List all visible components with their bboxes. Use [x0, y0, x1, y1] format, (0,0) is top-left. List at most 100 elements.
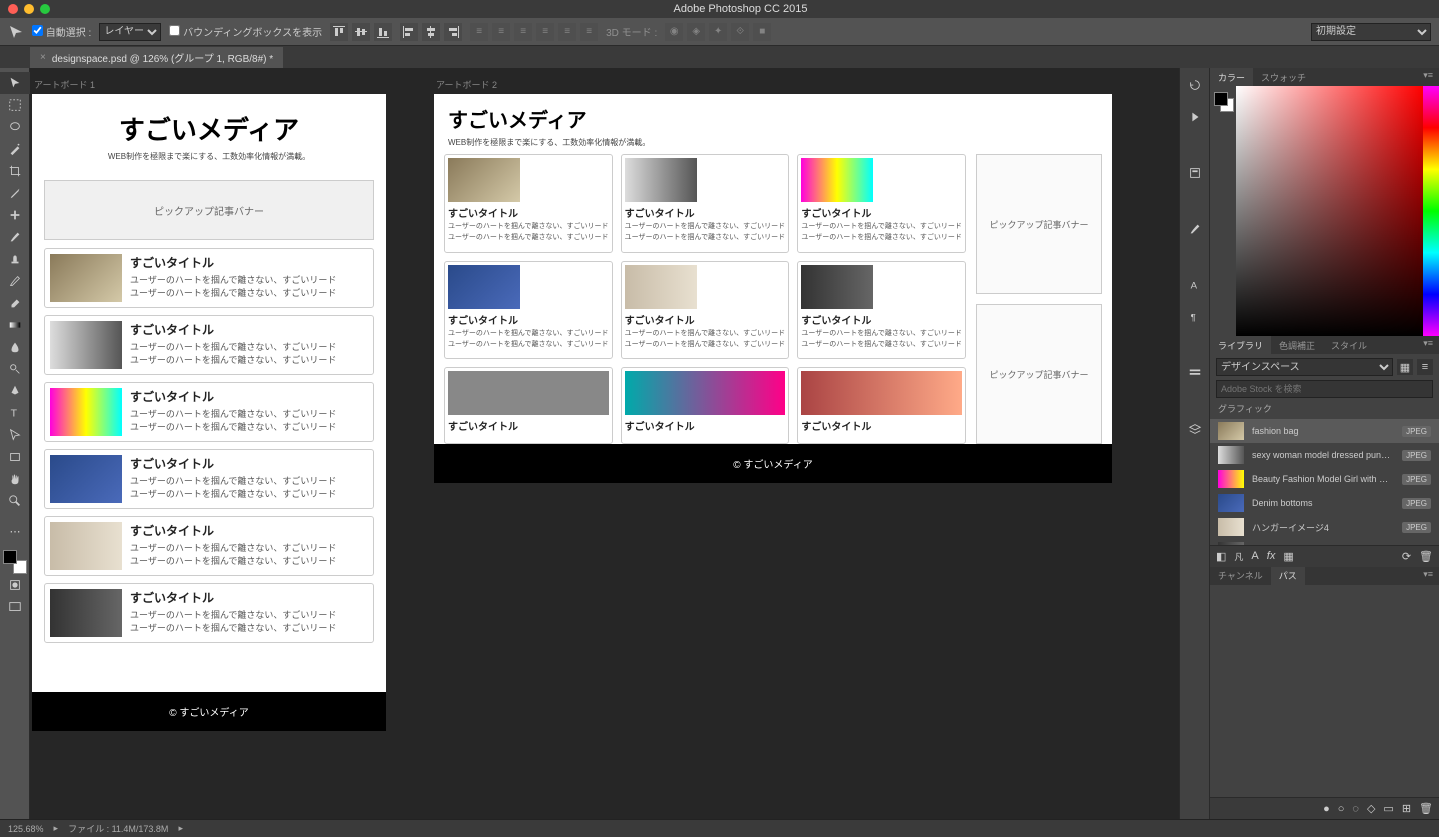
bounding-box-checkbox[interactable]: バウンディングボックスを表示: [169, 24, 322, 39]
screenmode-button[interactable]: [0, 596, 30, 618]
add-fx-icon[interactable]: fx: [1267, 550, 1276, 562]
add-charstyle-icon[interactable]: 凡: [1234, 550, 1243, 563]
grid-view-icon[interactable]: ▦: [1397, 359, 1413, 375]
dist-5[interactable]: ≡: [558, 23, 576, 41]
delete-path-icon[interactable]: 🗑: [1419, 802, 1433, 815]
dist-4[interactable]: ≡: [536, 23, 554, 41]
history-icon[interactable]: [1186, 76, 1204, 94]
hand-tool[interactable]: [0, 468, 30, 490]
zoom-tool[interactable]: [0, 490, 30, 512]
align-bottom-button[interactable]: [374, 23, 392, 41]
make-path-icon[interactable]: ◇: [1367, 802, 1375, 815]
brush-panel-icon[interactable]: [1186, 220, 1204, 238]
canvas-area[interactable]: アートボード 1 すごいメディア WEB制作を極限まで楽にする、工数効率化情報が…: [30, 68, 1179, 819]
stroke-path-icon[interactable]: ○: [1338, 803, 1345, 815]
brush-tool[interactable]: [0, 226, 30, 248]
document-tab[interactable]: × designspace.psd @ 126% (グループ 1, RGB/8#…: [30, 47, 283, 68]
add-text-icon[interactable]: A: [1251, 550, 1258, 562]
magic-wand-tool[interactable]: [0, 138, 30, 160]
workspace-preset-dropdown[interactable]: 初期設定: [1311, 23, 1431, 41]
artboard-2[interactable]: すごいメディア WEB制作を極限まで楽にする、工数効率化情報が満載。 すごいタイ…: [434, 94, 1112, 483]
align-hcenter-button[interactable]: [422, 23, 440, 41]
tab-color[interactable]: カラー: [1210, 68, 1253, 86]
artboard-1[interactable]: すごいメディア WEB制作を極限まで楽にする、工数効率化情報が満載。 ピックアッ…: [32, 94, 386, 731]
3d-3[interactable]: ✦: [709, 23, 727, 41]
color-swatches[interactable]: [3, 550, 27, 574]
tab-path[interactable]: パス: [1271, 567, 1305, 585]
path-selection-icon[interactable]: ◌: [1352, 803, 1359, 815]
zoom-chevron-icon[interactable]: ▸: [54, 823, 59, 834]
crop-tool[interactable]: [0, 160, 30, 182]
add-graphic-icon[interactable]: ▦: [1283, 550, 1293, 563]
tab-channel[interactable]: チャンネル: [1210, 567, 1271, 585]
library-search-input[interactable]: [1216, 380, 1433, 398]
align-left-button[interactable]: [400, 23, 418, 41]
tab-style[interactable]: スタイル: [1323, 336, 1375, 354]
blur-tool[interactable]: [0, 336, 30, 358]
edit-toolbar-button[interactable]: ⋯: [0, 520, 30, 542]
eyedropper-tool[interactable]: [0, 182, 30, 204]
3d-5[interactable]: ■: [753, 23, 771, 41]
color-fg-bg-swatch[interactable]: [1214, 92, 1234, 112]
foreground-color[interactable]: [3, 550, 17, 564]
align-vcenter-button[interactable]: [352, 23, 370, 41]
panel-menu-icon[interactable]: ▾≡: [1417, 68, 1439, 86]
paragraph-icon[interactable]: ¶: [1186, 308, 1204, 326]
history-brush-tool[interactable]: [0, 270, 30, 292]
new-path-icon[interactable]: ⊞: [1402, 802, 1411, 815]
actions-icon[interactable]: [1186, 108, 1204, 126]
rectangle-tool[interactable]: [0, 446, 30, 468]
window-minimize-button[interactable]: [24, 4, 34, 14]
hue-slider[interactable]: [1423, 86, 1439, 336]
auto-select-checkbox[interactable]: 自動選択 :: [32, 24, 91, 39]
sync-icon[interactable]: ⟳: [1402, 550, 1411, 563]
window-zoom-button[interactable]: [40, 4, 50, 14]
mask-icon[interactable]: ▭: [1383, 802, 1393, 815]
dist-6[interactable]: ≡: [580, 23, 598, 41]
info-icon[interactable]: [1186, 364, 1204, 382]
artboard-2-label[interactable]: アートボード 2: [434, 78, 1112, 91]
align-right-button[interactable]: [444, 23, 462, 41]
list-view-icon[interactable]: ≡: [1417, 359, 1433, 375]
trash-icon[interactable]: 🗑: [1419, 550, 1433, 563]
3d-4[interactable]: ⟐: [731, 23, 749, 41]
pen-tool[interactable]: [0, 380, 30, 402]
layers-icon[interactable]: [1186, 420, 1204, 438]
panel-menu-icon[interactable]: ▾≡: [1417, 567, 1439, 585]
window-close-button[interactable]: [8, 4, 18, 14]
tab-hue[interactable]: 色調補正: [1271, 336, 1323, 354]
add-swatch-icon[interactable]: ◧: [1216, 550, 1226, 563]
character-icon[interactable]: A: [1186, 276, 1204, 294]
tab-library[interactable]: ライブラリ: [1210, 336, 1271, 354]
quickmask-button[interactable]: [0, 574, 30, 596]
healing-tool[interactable]: [0, 204, 30, 226]
library-item[interactable]: Beauty Fashion Model Girl with Colorfu..…: [1210, 467, 1439, 491]
library-item[interactable]: ハンガーイメージ4JPEG: [1210, 515, 1439, 539]
close-tab-icon[interactable]: ×: [40, 52, 46, 63]
properties-icon[interactable]: [1186, 164, 1204, 182]
3d-1[interactable]: ◉: [665, 23, 683, 41]
library-dropdown[interactable]: デザインスペース: [1216, 358, 1393, 376]
zoom-level[interactable]: 125.68%: [8, 824, 44, 834]
artboard-1-label[interactable]: アートボード 1: [32, 78, 386, 91]
panel-menu-icon[interactable]: ▾≡: [1417, 336, 1439, 354]
dist-2[interactable]: ≡: [492, 23, 510, 41]
library-item[interactable]: fashion bagJPEG: [1210, 419, 1439, 443]
lasso-tool[interactable]: [0, 116, 30, 138]
type-tool[interactable]: T: [0, 402, 30, 424]
fill-path-icon[interactable]: ●: [1323, 803, 1330, 815]
status-chevron-icon[interactable]: ▸: [178, 823, 183, 834]
gradient-tool[interactable]: [0, 314, 30, 336]
3d-2[interactable]: ◈: [687, 23, 705, 41]
tab-swatch[interactable]: スウォッチ: [1253, 68, 1314, 86]
path-select-tool[interactable]: [0, 424, 30, 446]
eraser-tool[interactable]: [0, 292, 30, 314]
marquee-tool[interactable]: [0, 94, 30, 116]
move-tool[interactable]: [0, 72, 30, 94]
library-item[interactable]: sexy woman model dressed punk, wet ...JP…: [1210, 443, 1439, 467]
align-top-button[interactable]: [330, 23, 348, 41]
dist-3[interactable]: ≡: [514, 23, 532, 41]
dist-1[interactable]: ≡: [470, 23, 488, 41]
color-field[interactable]: [1236, 86, 1423, 336]
library-item[interactable]: Denim bottomsJPEG: [1210, 491, 1439, 515]
